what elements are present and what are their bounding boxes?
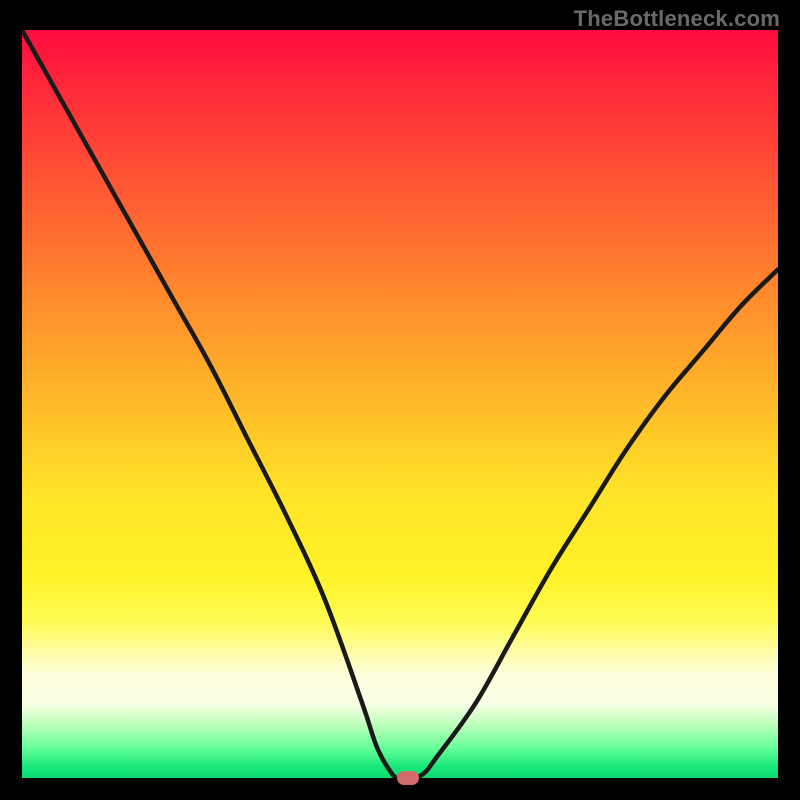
bottleneck-curve bbox=[22, 30, 778, 778]
plot-area bbox=[22, 30, 778, 778]
chart-frame: TheBottleneck.com bbox=[0, 0, 800, 800]
optimal-point-marker bbox=[397, 771, 419, 785]
watermark-text: TheBottleneck.com bbox=[574, 6, 780, 32]
